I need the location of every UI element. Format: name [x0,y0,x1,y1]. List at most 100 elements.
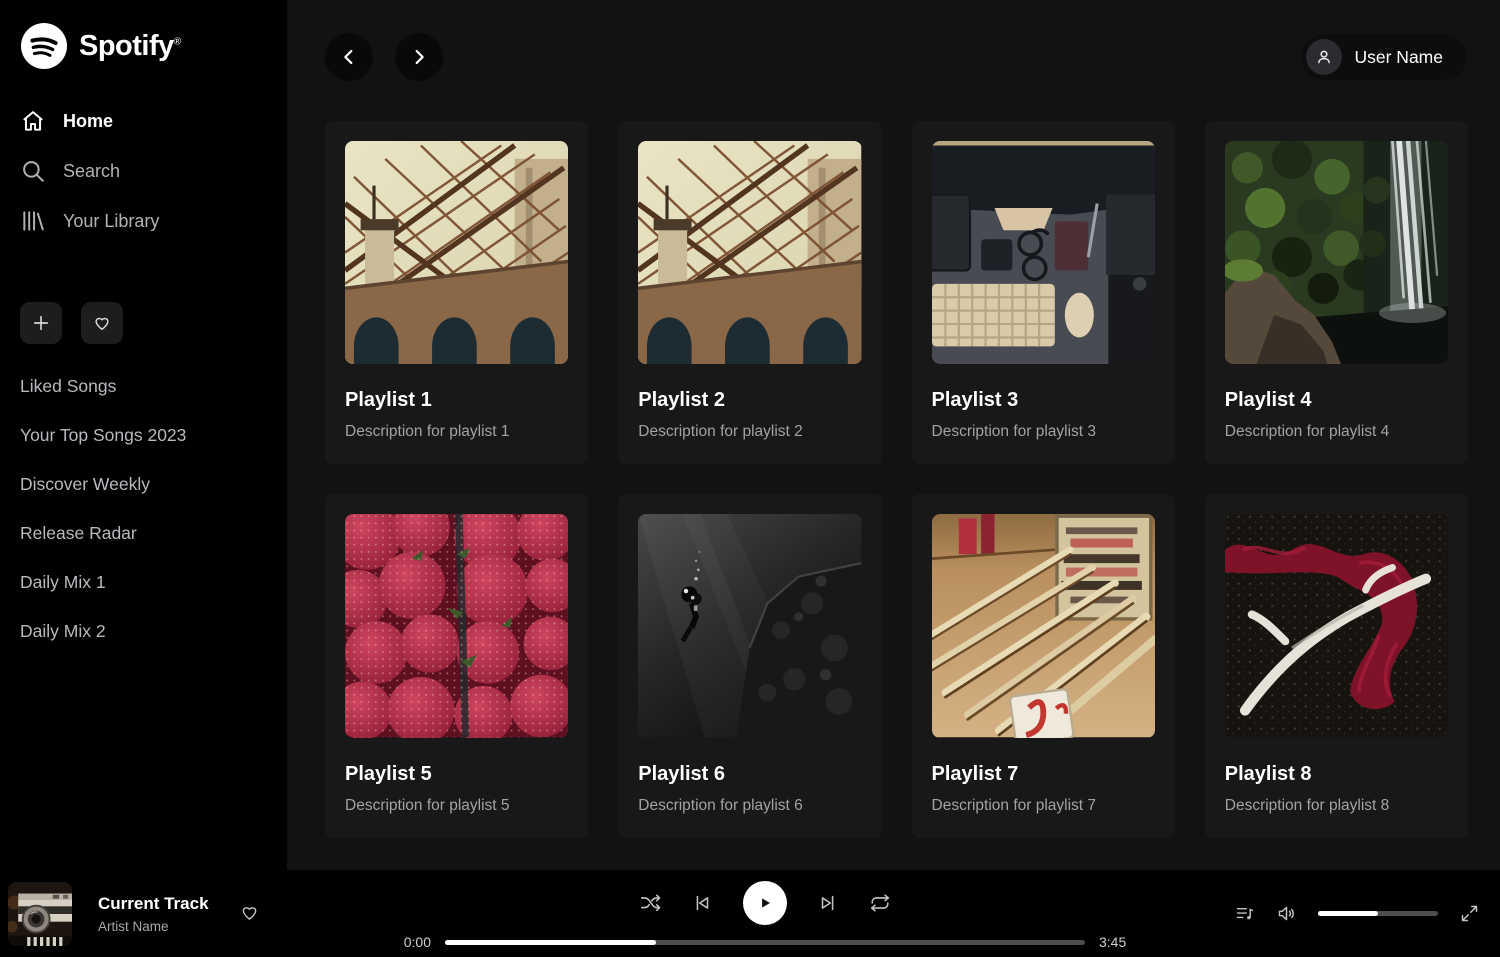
play-button[interactable] [743,881,787,925]
next-track-button[interactable] [817,892,839,914]
elapsed-time: 0:00 [397,934,431,950]
playlist-description: Description for playlist 6 [638,797,861,815]
playlist-title: Playlist 8 [1225,763,1448,786]
playlist-description: Description for playlist 7 [932,797,1155,815]
playlist-title: Playlist 2 [638,389,861,412]
playlist-cover-art-diver [638,514,861,737]
player-bar: Current Track Artist Name [0,870,1500,957]
progress-bar[interactable] [445,940,1085,945]
sidebar-nav: Home Search Your Library [20,96,275,246]
home-icon [20,108,46,134]
previous-icon [691,892,713,914]
user-menu-button[interactable]: User Name [1301,34,1468,80]
shuffle-icon [639,892,661,914]
previous-track-button[interactable] [691,892,713,914]
sidebar-item-label: Search [63,161,120,182]
brand-mark: ® [174,36,181,47]
sidebar-actions [20,302,275,344]
app-window: Spotify® Home Search Your Library [0,0,1500,957]
fullscreen-button[interactable] [1459,903,1480,924]
progress-row: 0:00 3:45 [397,934,1133,950]
spotify-logo[interactable]: Spotify® [20,22,275,70]
player-center: 0:00 3:45 [330,877,1200,950]
playlist-card-1[interactable]: Playlist 1 Description for playlist 1 [325,121,588,464]
playlist-description: Description for playlist 5 [345,797,568,815]
progress-fill [445,940,656,945]
volume-slider[interactable] [1318,911,1438,916]
sidebar-item-label: Your Library [63,211,159,232]
plus-icon [31,313,51,333]
track-artist: Artist Name [98,919,209,934]
track-info: Current Track Artist Name [98,894,209,934]
playlist-cover-art-steel-structure [638,141,861,364]
playlist-title: Playlist 3 [932,389,1155,412]
playlist-cover-art-strawberries [345,514,568,737]
heart-icon [92,313,112,333]
forward-button[interactable] [395,33,443,81]
main-header: User Name [287,0,1500,81]
playlist-description: Description for playlist 2 [638,423,861,441]
sidebar-item-home[interactable]: Home [20,96,275,146]
playlist-title: Playlist 7 [932,763,1155,786]
duration-time: 3:45 [1099,934,1133,950]
create-playlist-button[interactable] [20,302,62,344]
like-track-button[interactable] [239,902,260,926]
play-icon [755,893,775,913]
sidebar-item-your-library[interactable]: Your Library [20,196,275,246]
chevron-right-icon [408,46,430,68]
sidebar-playlists: Liked Songs Your Top Songs 2023 Discover… [20,362,275,656]
queue-button[interactable] [1234,903,1255,924]
chevron-left-icon [338,46,360,68]
volume-fill [1318,911,1378,916]
playlist-card-4[interactable]: Playlist 4 Description for playlist 4 [1205,121,1468,464]
playlist-link[interactable]: Liked Songs [20,362,275,411]
playlist-link[interactable]: Release Radar [20,509,275,558]
main-content: User Name [287,0,1500,870]
heart-icon [239,902,260,923]
playlist-description: Description for playlist 3 [932,423,1155,441]
repeat-icon [869,892,891,914]
avatar [1306,39,1342,75]
playlist-card-7[interactable]: Playlist 7 Description for playlist 7 [912,494,1175,837]
volume-button[interactable] [1276,903,1297,924]
playlist-description: Description for playlist 1 [345,423,568,441]
playlist-link[interactable]: Discover Weekly [20,460,275,509]
user-name: User Name [1355,47,1444,68]
playlist-cover-art-desk-flatlay [932,141,1155,364]
history-nav [325,33,443,81]
playlist-title: Playlist 1 [345,389,568,412]
playlist-title: Playlist 5 [345,763,568,786]
library-icon [20,208,46,234]
playlist-card-5[interactable]: Playlist 5 Description for playlist 5 [325,494,588,837]
playlist-link[interactable]: Daily Mix 1 [20,558,275,607]
brand-name: Spotify® [79,30,181,63]
volume-icon [1276,903,1297,924]
playlist-cover-art-steel-structure [345,141,568,364]
playlist-card-6[interactable]: Playlist 6 Description for playlist 6 [618,494,881,837]
liked-songs-button[interactable] [81,302,123,344]
playlist-card-8[interactable]: Playlist 8 Description for playlist 8 [1205,494,1468,837]
playlist-description: Description for playlist 8 [1225,797,1448,815]
playlist-cover-art-antler [1225,514,1448,737]
track-title: Current Track [98,894,209,914]
search-icon [20,158,46,184]
playlist-title: Playlist 6 [638,763,861,786]
spotify-logo-icon [20,22,68,70]
sidebar-item-search[interactable]: Search [20,146,275,196]
playlist-card-3[interactable]: Playlist 3 Description for playlist 3 [912,121,1175,464]
album-art-vintage-camera [8,882,72,946]
sidebar: Spotify® Home Search Your Library [0,0,287,870]
shuffle-button[interactable] [639,892,661,914]
playback-controls [639,881,891,925]
playlist-description: Description for playlist 4 [1225,423,1448,441]
playlist-card-2[interactable]: Playlist 2 Description for playlist 2 [618,121,881,464]
playlist-link[interactable]: Daily Mix 2 [20,607,275,656]
player-right-controls [1200,903,1500,924]
playlist-cover-art-rulers [932,514,1155,737]
playlist-grid: Playlist 1 Description for playlist 1 [287,81,1500,870]
repeat-button[interactable] [869,892,891,914]
back-button[interactable] [325,33,373,81]
queue-icon [1234,903,1255,924]
playlist-link[interactable]: Your Top Songs 2023 [20,411,275,460]
sidebar-item-label: Home [63,111,113,132]
